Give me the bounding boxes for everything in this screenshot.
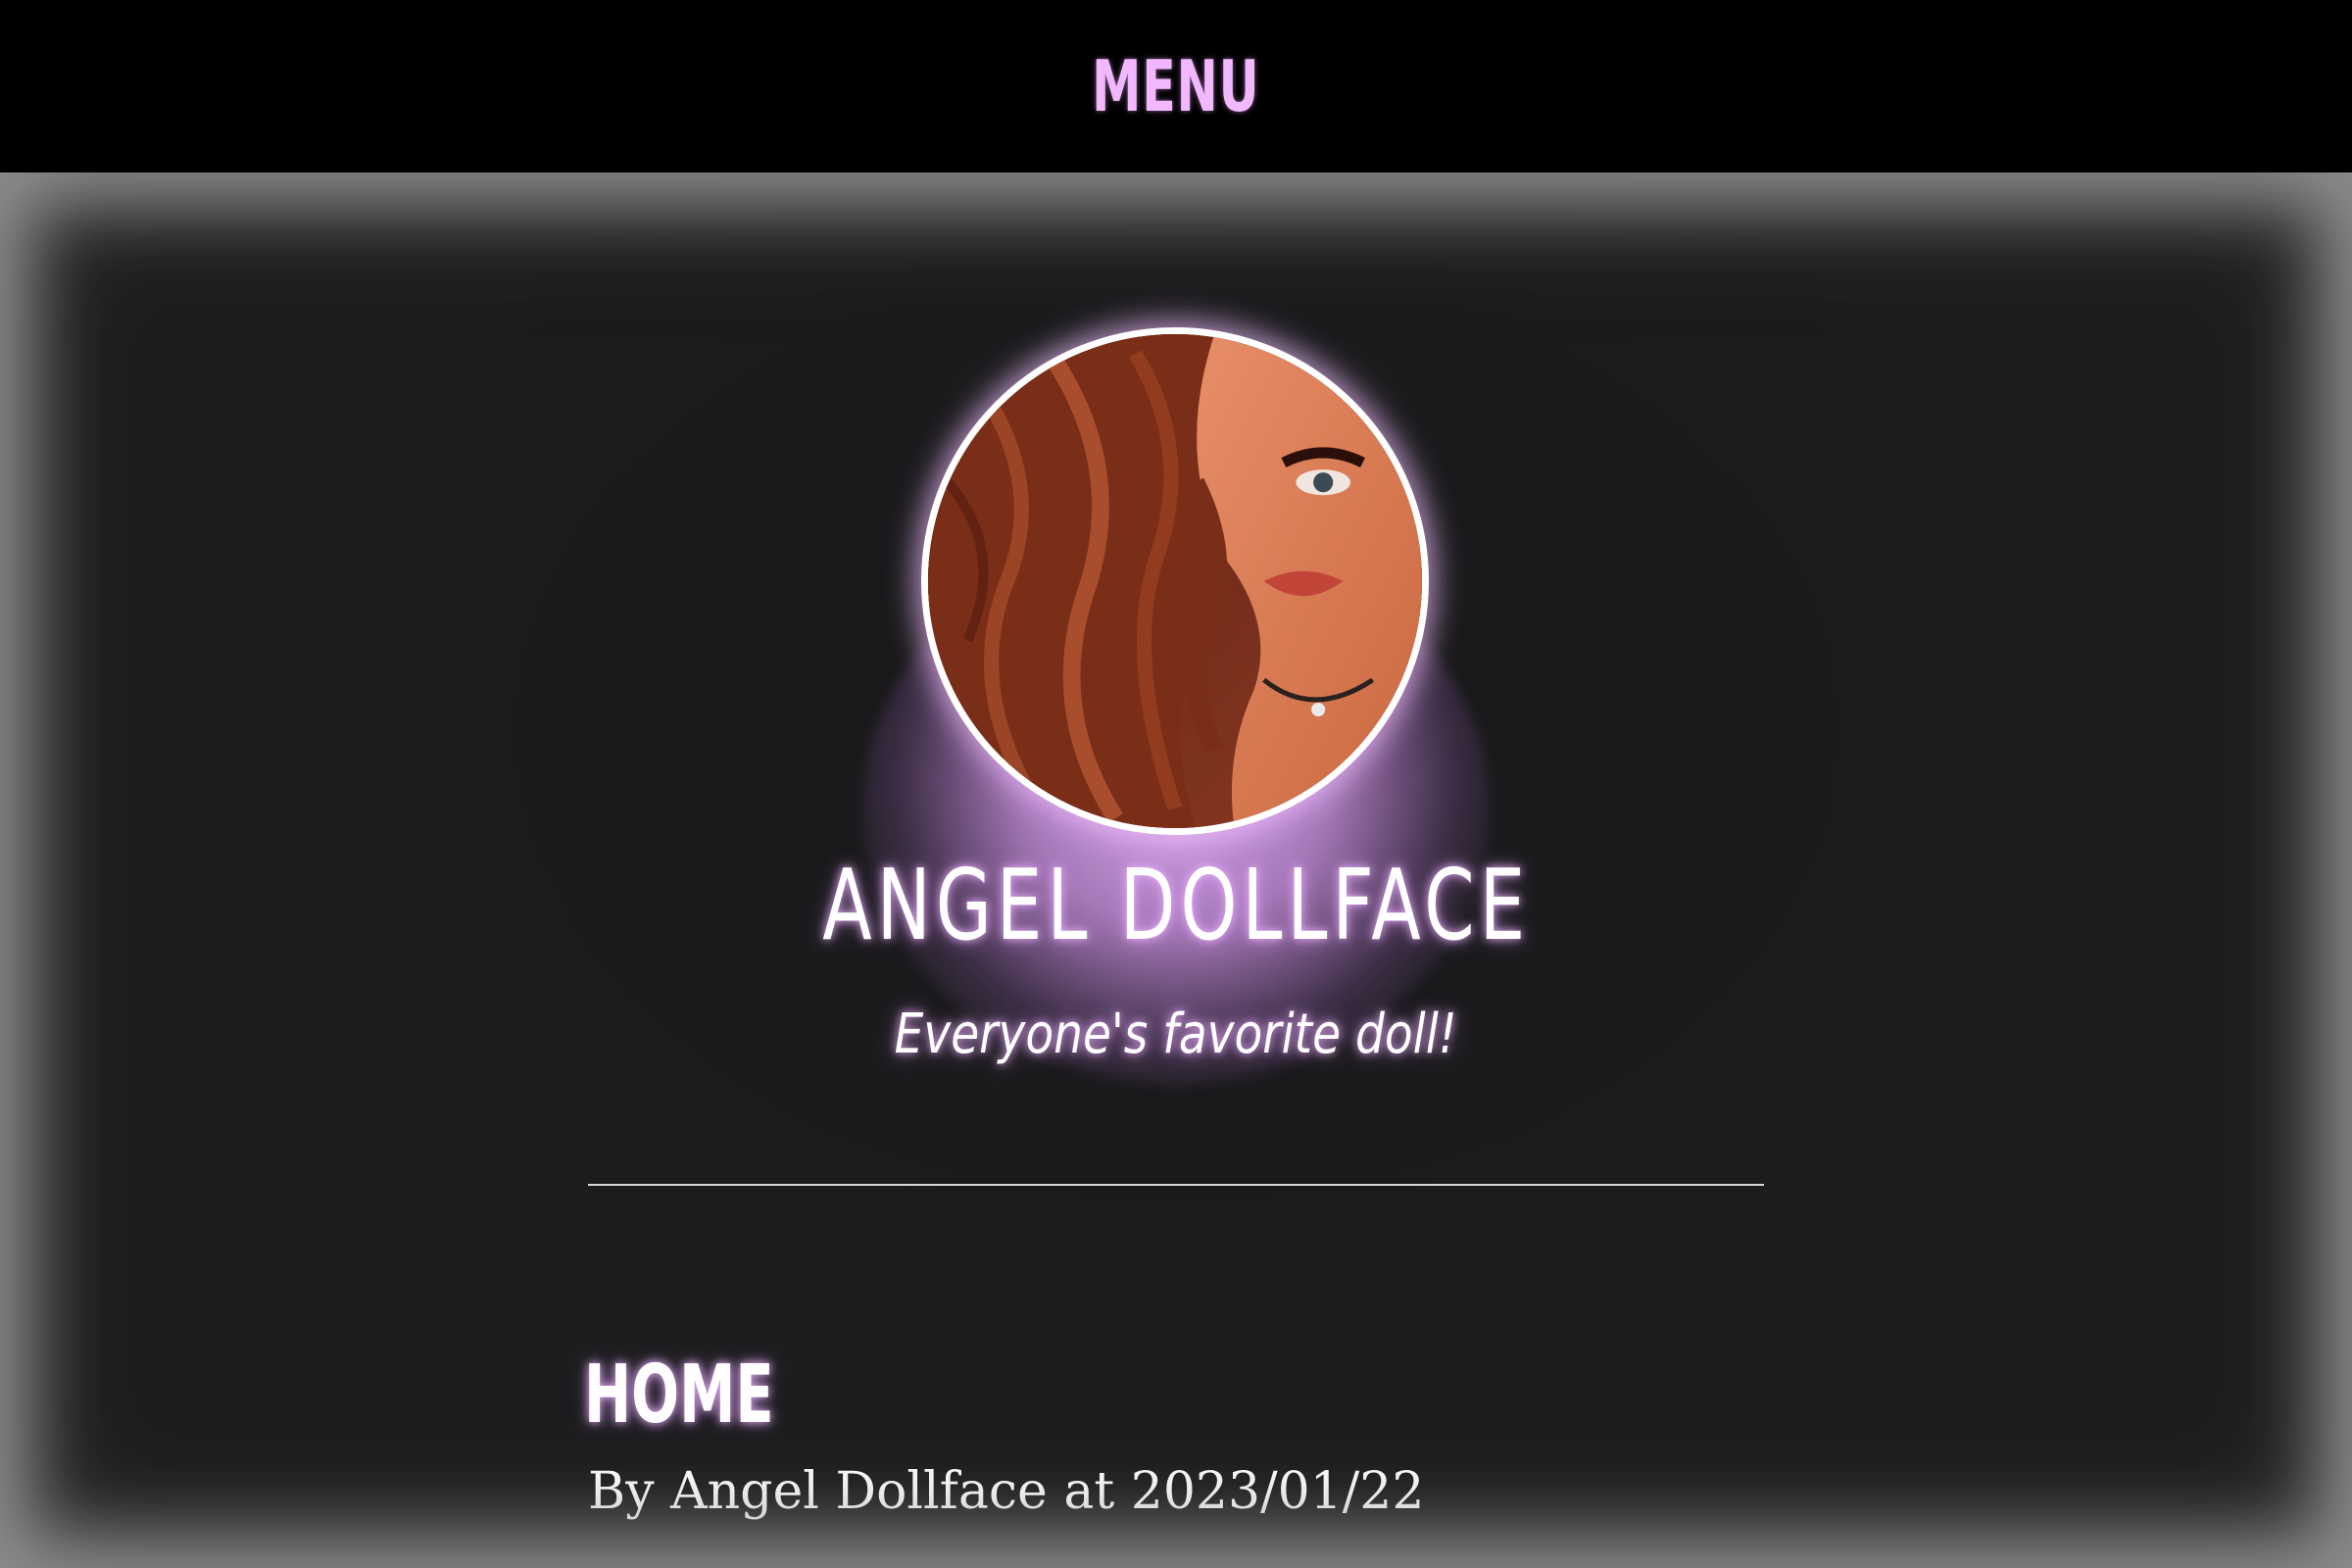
divider: [588, 1184, 1764, 1186]
top-nav-bar: MENU: [0, 0, 2352, 172]
site-tagline-text: Everyone's favorite doll!: [894, 1003, 1457, 1066]
site-title-text: ANGEL DOLLFACE: [822, 848, 1530, 962]
avatar: [921, 327, 1429, 835]
site-title: ANGEL DOLLFACE: [0, 857, 2352, 955]
post-meta: By Angel Dollface at 2023/01/22: [588, 1462, 1425, 1521]
post-title[interactable]: HOME: [584, 1355, 774, 1436]
site-tagline: Everyone's favorite doll!: [0, 1007, 2352, 1062]
avatar-illustration: [928, 334, 1422, 828]
menu-button[interactable]: MENU: [1077, 45, 1275, 127]
page-content: ANGEL DOLLFACE Everyone's favorite doll!…: [0, 172, 2352, 1568]
